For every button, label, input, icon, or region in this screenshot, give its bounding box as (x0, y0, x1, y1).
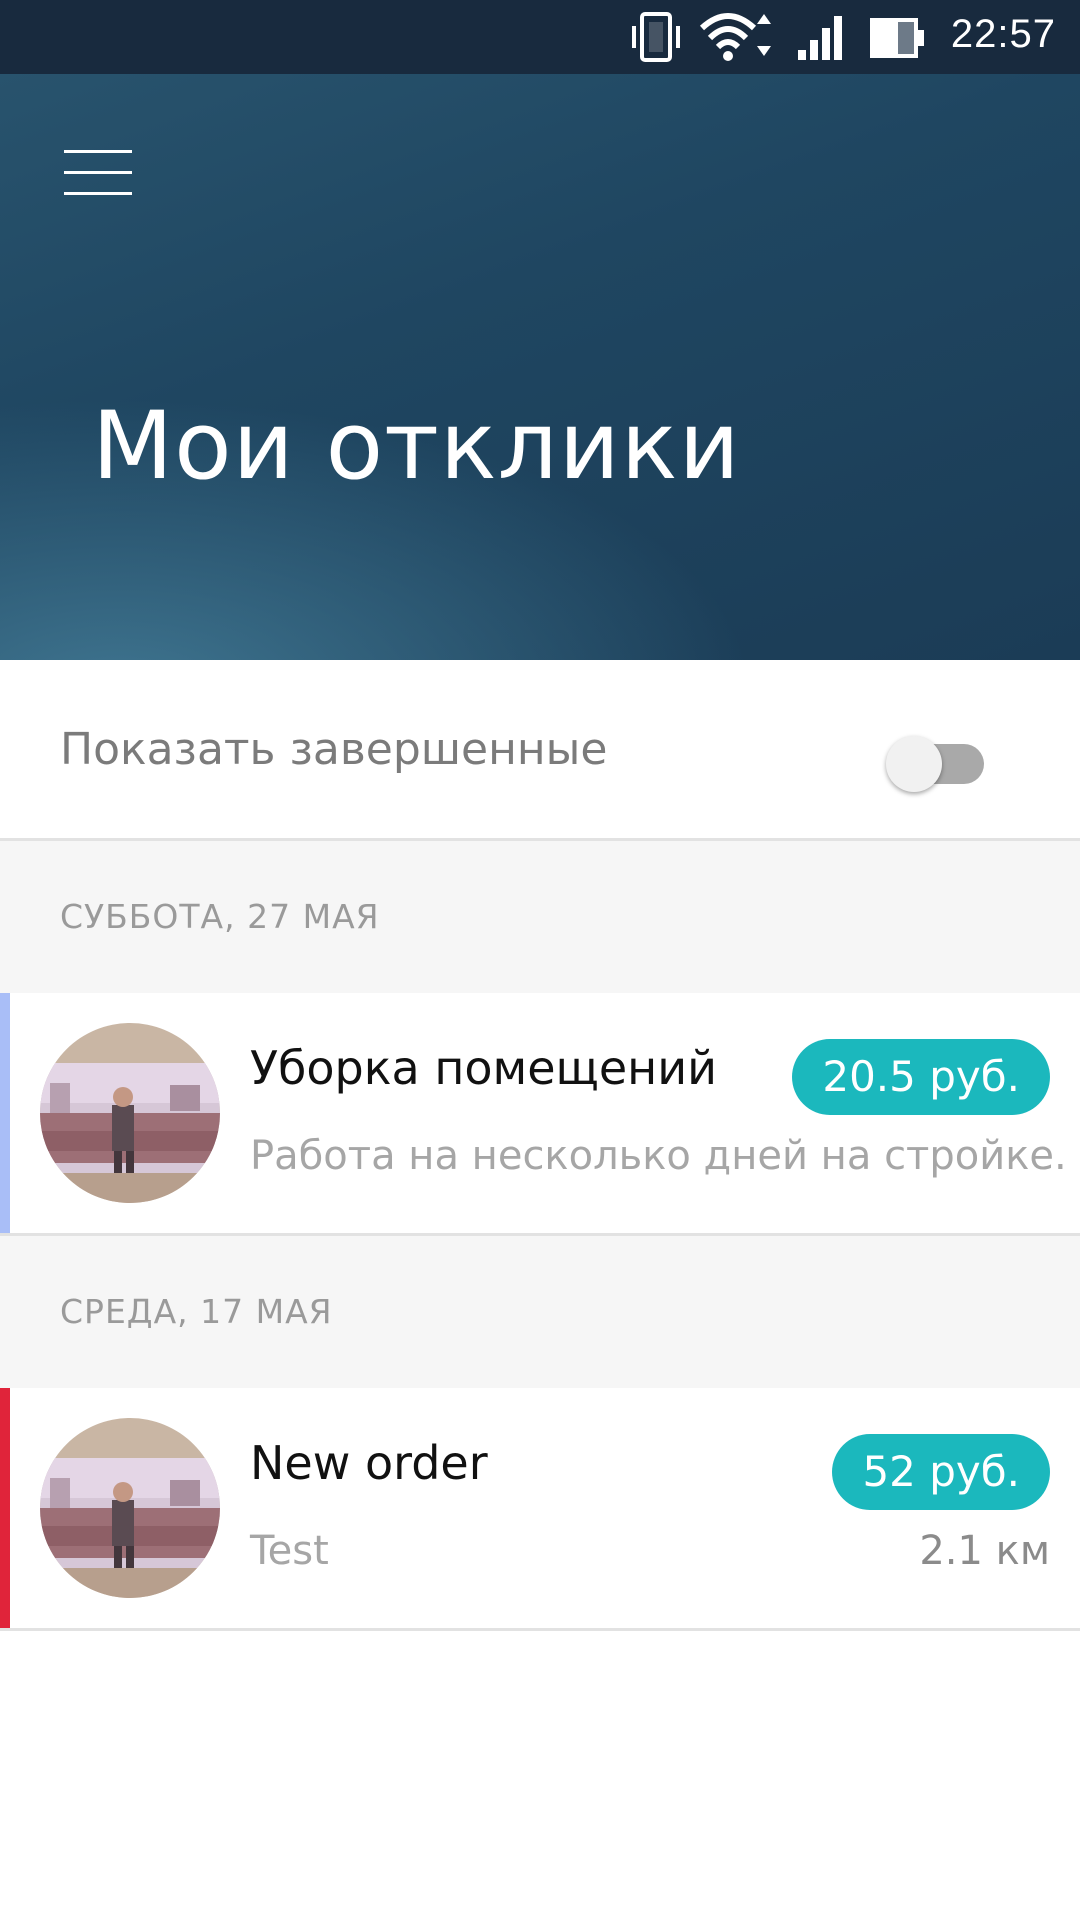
section-header: СРЕДА, 17 МАЯ (0, 1236, 1080, 1388)
item-distance: 2.1 км (919, 1528, 1050, 1574)
vibrate-icon (632, 12, 680, 62)
show-completed-toggle[interactable] (886, 724, 990, 796)
list-item[interactable]: New order 52 руб. Test 2.1 км (0, 1388, 1080, 1631)
item-accent-bar (0, 1388, 10, 1628)
price-badge: 52 руб. (832, 1434, 1050, 1510)
item-title: New order (250, 1436, 488, 1490)
item-subtitle: Test (250, 1528, 329, 1574)
avatar (40, 1023, 220, 1203)
hamburger-menu-icon[interactable] (48, 134, 158, 224)
section-header: СУББОТА, 27 МАЯ (0, 841, 1080, 993)
list-item[interactable]: Уборка помещений 20.5 руб. Работа на нес… (0, 993, 1080, 1236)
signal-icon (798, 16, 842, 60)
item-subtitle: Работа на несколько дней на стройке. (250, 1133, 1067, 1179)
status-bar: 22:57 (0, 0, 1080, 74)
toggle-knob (886, 736, 942, 792)
status-time: 22:57 (950, 12, 1056, 56)
show-completed-label: Показать завершенные (60, 724, 608, 775)
header: Мои отклики (0, 74, 1080, 660)
item-title: Уборка помещений (250, 1041, 718, 1095)
price-badge: 20.5 руб. (792, 1039, 1050, 1115)
battery-icon (870, 18, 924, 58)
page-title: Мои отклики (92, 392, 741, 501)
section-date: СРЕДА, 17 МАЯ (60, 1292, 333, 1331)
show-completed-row: Показать завершенные (0, 660, 1080, 841)
item-accent-bar (0, 993, 10, 1233)
section-date: СУББОТА, 27 МАЯ (60, 897, 380, 936)
wifi-icon (699, 13, 771, 61)
avatar (40, 1418, 220, 1598)
